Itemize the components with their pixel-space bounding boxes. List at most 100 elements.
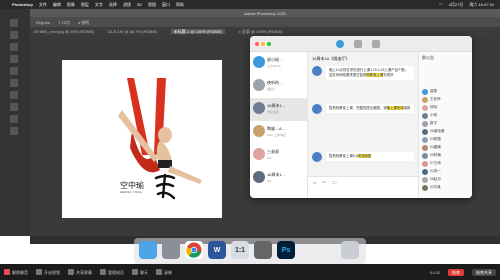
member-item[interactable]: 暮雪 — [422, 88, 472, 96]
member-item[interactable]: 数字 — [422, 120, 472, 128]
member-item[interactable]: 王老师 — [422, 96, 472, 104]
message-area: 16周末1A《跳迪厅》 晚上10点将在学校进行上课4.19-4.23上课产品个数… — [308, 52, 418, 198]
pen-tool-icon[interactable] — [10, 103, 18, 111]
trash-icon[interactable] — [341, 241, 359, 259]
menu-item[interactable]: 选择 — [109, 2, 117, 7]
emoji-icon[interactable]: ☺ — [312, 180, 317, 186]
member-item[interactable]: 03顾德 — [422, 136, 472, 144]
zoom-window-button[interactable] — [267, 42, 271, 46]
avatar — [253, 148, 265, 160]
member-item[interactable]: 小明 — [422, 112, 472, 120]
folder-icon[interactable]: ▭ — [332, 180, 337, 186]
conversation-item[interactable]: 16周末1… 未读消息 — [250, 98, 308, 121]
menu-item[interactable]: 编辑 — [53, 2, 61, 7]
menu-clock[interactable]: 周六 16:47:34 — [469, 2, 494, 7]
word-icon[interactable]: W — [208, 241, 226, 259]
end-meeting-button[interactable]: 结束 — [448, 268, 464, 276]
member-item[interactable]: 07王雨 — [422, 160, 472, 168]
contacts-icon[interactable] — [354, 40, 362, 48]
hand-tool-icon[interactable] — [10, 115, 18, 123]
menu-item[interactable]: 滤镜 — [123, 2, 131, 7]
ps-toolbar — [0, 9, 30, 236]
members-button[interactable]: 管理成员 — [100, 269, 124, 275]
member-item[interactable]: 钟晓 — [422, 104, 472, 112]
avatar — [312, 152, 322, 162]
avatar — [253, 102, 265, 114]
conversation-list: 说小秘… 上午10:26 夜听的… [图片] 16周末1… 未读消息 陶喵→A…… — [250, 52, 308, 198]
text-tool-icon[interactable] — [10, 91, 18, 99]
avatar — [312, 104, 322, 114]
menu-item[interactable]: 图层 — [81, 2, 89, 7]
menu-item[interactable]: 文字 — [95, 2, 103, 7]
finder-icon[interactable] — [139, 241, 157, 259]
ps-options-bar: Regular T 12点 a 锐利 — [30, 17, 500, 27]
menu-app-name[interactable]: Photoshop — [12, 2, 33, 7]
video-button[interactable]: 开启视频 — [36, 269, 60, 275]
menu-date: 4月27日 — [448, 2, 464, 7]
menu-item[interactable]: 视图 — [148, 2, 156, 7]
close-window-button[interactable] — [255, 42, 259, 46]
chat-tab-icon[interactable] — [336, 40, 344, 48]
message-bubble[interactable]: 智慧校教室上课6-8完成填报 — [326, 152, 414, 161]
member-item[interactable]: 08赵月 — [422, 176, 472, 184]
chat-button[interactable]: 聊天 — [132, 269, 148, 275]
preferences-icon[interactable] — [254, 241, 272, 259]
apps-icon[interactable] — [372, 40, 380, 48]
launchpad-icon[interactable] — [162, 241, 180, 259]
screen-share-icon[interactable]: 1:1 — [231, 241, 249, 259]
member-item[interactable]: 05林楠 — [422, 152, 472, 160]
menu-bar: Photoshop 文件 编辑 图像 图层 文字 选择 滤镜 3D 视图 窗口 … — [0, 0, 500, 9]
antialias-select[interactable]: a 锐利 — [78, 20, 89, 25]
message-bubble[interactable]: 晚上10点将在学校进行上课4.19-4.23上课产品个数，送并有网络要求提交智慧… — [326, 66, 414, 80]
scissors-icon[interactable]: ✂ — [322, 180, 326, 186]
crop-tool-icon[interactable] — [10, 55, 18, 63]
doc-tab[interactable]: 02-Ⅱ-1.tif @ 66.7% (RGB/8) — [108, 29, 157, 34]
stop-share-button[interactable]: 结束共享 — [472, 268, 496, 276]
mute-button[interactable]: 解除静音 — [4, 269, 28, 275]
share-icon — [68, 269, 74, 275]
menu-item[interactable]: 帮助 — [176, 2, 184, 7]
move-tool-icon[interactable] — [10, 19, 18, 27]
font-family-select[interactable]: Regular — [36, 20, 50, 25]
message-bubble[interactable]: 智慧校教室上课，完整的提交截图，请晚上课完成填报 — [326, 104, 414, 113]
ps-doc-tabs: 00 IMG_xxxx.jpg @ 25% (RGB/8) 02-Ⅱ-1.tif… — [30, 27, 500, 36]
member-item[interactable]: 06谢晓峰 — [422, 128, 472, 136]
doc-tab[interactable]: 未标题-1 @ 100% (RGB/8) — [170, 29, 225, 34]
minimize-window-button[interactable] — [261, 42, 265, 46]
doc-tab[interactable]: x 全部 @ 100% (RGB/8) — [239, 29, 282, 34]
member-item[interactable]: 02刘某 — [422, 184, 472, 192]
lasso-tool-icon[interactable] — [10, 43, 18, 51]
menu-item[interactable]: 图像 — [67, 2, 75, 7]
conversation-item[interactable]: 三叔叔 OK — [250, 144, 308, 167]
conversation-item[interactable]: 16周末1… OK — [250, 167, 308, 190]
member-item[interactable]: 04晨曦 — [422, 144, 472, 152]
share-screen-button[interactable]: 共享屏幕 — [68, 269, 92, 275]
eraser-tool-icon[interactable] — [10, 79, 18, 87]
camera-icon — [36, 269, 42, 275]
menu-item[interactable]: 3D — [137, 2, 142, 7]
doc-tab[interactable]: 00 IMG_xxxx.jpg @ 25% (RGB/8) — [34, 29, 94, 34]
ps-window-title: Adobe Photoshop 2020 — [30, 9, 500, 17]
wifi-icon[interactable]: ◠ — [439, 2, 443, 7]
message-input[interactable]: ☺ ✂ ▭ — [308, 176, 418, 198]
photoshop-icon[interactable]: Ps — [277, 241, 295, 259]
zoom-tool-icon[interactable] — [10, 127, 18, 135]
brush-tool-icon[interactable] — [10, 67, 18, 75]
microphone-icon — [4, 269, 10, 275]
aerial-yoga-photo — [118, 78, 202, 184]
member-item[interactable]: 01张一 — [422, 168, 472, 176]
record-button[interactable]: 录制 — [156, 269, 172, 275]
chat-window: 说小秘… 上午10:26 夜听的… [图片] 16周末1… 未读消息 陶喵→A…… — [250, 36, 472, 198]
avatar — [253, 56, 265, 68]
menu-item[interactable]: 窗口 — [162, 2, 170, 7]
conversation-item[interactable]: 夜听的… [图片] — [250, 75, 308, 98]
conversation-item[interactable]: 陶喵→A… Web 上的消息 — [250, 121, 308, 144]
avatar — [253, 79, 265, 91]
document-image[interactable] — [62, 60, 222, 218]
chrome-icon[interactable] — [185, 241, 203, 259]
menu-item[interactable]: 文件 — [39, 2, 47, 7]
marquee-tool-icon[interactable] — [10, 31, 18, 39]
conversation-item[interactable]: 说小秘… 上午10:26 — [250, 52, 308, 75]
font-size-select[interactable]: T 12点 — [58, 20, 70, 25]
avatar — [312, 66, 322, 76]
